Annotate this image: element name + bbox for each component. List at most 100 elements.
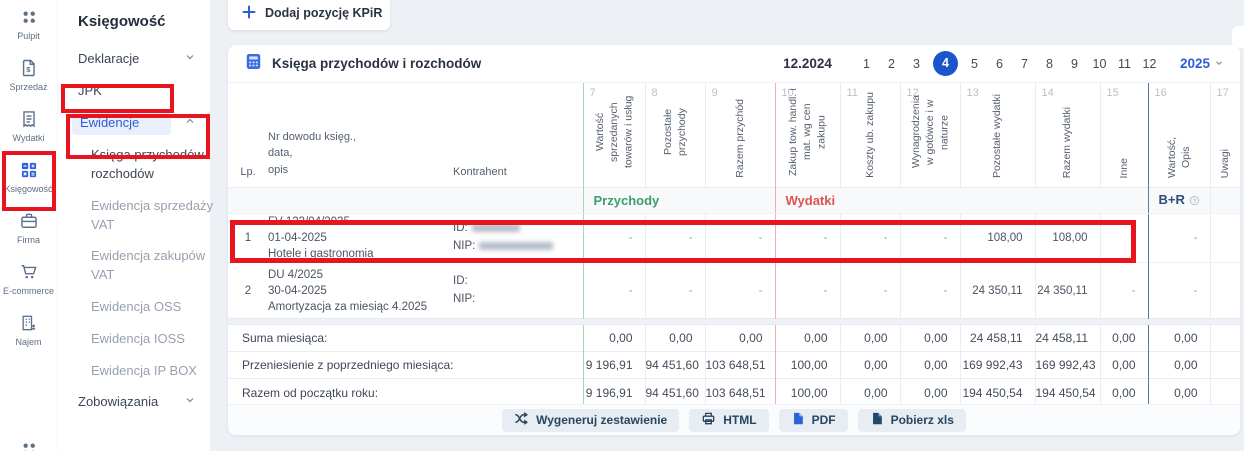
submenu-item-ewidencja-ioss[interactable]: Ewidencja IOSS	[91, 330, 223, 349]
cell-lp: 2	[228, 263, 268, 319]
month-page-1[interactable]: 1	[858, 57, 875, 71]
nav-item-jpk[interactable]: JPK	[58, 83, 210, 98]
month-page-9[interactable]: 9	[1066, 57, 1083, 71]
cell-col8: -	[645, 214, 705, 263]
submenu-item-kpir[interactable]: Księga przychodów i rozchodów	[91, 146, 223, 184]
submenu-item-ewidencja-zakupow-vat[interactable]: Ewidencja zakupów VAT	[91, 247, 223, 285]
card-header: Księga przychodów i rozchodów 12.2024 1 …	[228, 45, 1240, 83]
expenses-icon	[18, 108, 40, 130]
calculator-icon	[244, 52, 263, 76]
month-page-5[interactable]: 5	[966, 57, 983, 71]
add-kpir-entry-button[interactable]: Dodaj pozycję KPiR	[228, 0, 390, 30]
sidebar-item-pulpit[interactable]: Pulpit	[0, 6, 57, 41]
month-page-4-active[interactable]: 4	[933, 51, 958, 76]
month-page-6[interactable]: 6	[991, 57, 1008, 71]
cell-col11: -	[840, 214, 900, 263]
column-header-12: 12Wynagrodzenia w gotówce i w naturze	[900, 83, 960, 188]
column-header-kontrahent: Kontrahent	[453, 83, 583, 188]
cell-col13: 108,00	[960, 214, 1035, 263]
shuffle-icon	[514, 411, 529, 429]
svg-text:$: $	[26, 65, 31, 74]
cell-col7: -	[583, 263, 645, 319]
column-header-13: 13Pozostałe wydatki	[960, 83, 1035, 188]
plus-icon	[242, 5, 256, 22]
cell-col9: -	[705, 214, 775, 263]
column-header-15: 15Inne	[1100, 83, 1148, 188]
section-br: B+R?	[1148, 188, 1210, 214]
cell-col11: -	[840, 263, 900, 319]
xls-file-icon	[870, 411, 884, 429]
cell-col15: -	[1100, 214, 1148, 263]
table-actions: Wygeneruj zestawienie HTML PDF Pobierz x…	[228, 404, 1240, 435]
kpir-row-1[interactable]: 1 FV 123/04/2025 01-04-2025 Hotele i gas…	[228, 214, 1240, 263]
summary-label: Suma miesiąca:	[228, 325, 583, 352]
sidebar-item-najem[interactable]: Najem	[0, 312, 57, 347]
column-header-17: 17Uwagi	[1210, 83, 1240, 188]
chevron-down-icon	[184, 394, 196, 409]
cell-col12: -	[900, 214, 960, 263]
summary-row-month: Suma miesiąca: 0,00 0,00 0,00 0,00 0,00 …	[228, 325, 1240, 352]
cell-doc: FV 123/04/2025 01-04-2025 Hotele i gastr…	[268, 214, 453, 263]
summary-label: Przeniesienie z poprzedniego miesiąca:	[228, 352, 583, 379]
pdf-file-icon	[791, 411, 805, 429]
nav-item-ewidencje-label: Ewidencje	[72, 110, 171, 135]
sidebar-item-sprzedaz[interactable]: $ Sprzedaż	[0, 57, 57, 92]
column-header-doc: Nr dowodu księg., data, opis	[268, 83, 453, 188]
month-page-8[interactable]: 8	[1041, 57, 1058, 71]
apps-grid-icon[interactable]	[0, 439, 57, 451]
question-circle-icon[interactable]: ?	[1189, 194, 1200, 209]
submenu-item-ewidencja-sprzedazy-vat[interactable]: Ewidencja sprzedaży VAT	[91, 197, 223, 235]
section-przychody: Przychody	[583, 188, 775, 214]
rent-icon	[18, 312, 40, 334]
nav-item-deklaracje[interactable]: Deklaracje	[58, 51, 210, 66]
sidebar-item-ksiegowosc[interactable]: Księgowość	[0, 159, 57, 194]
month-page-12[interactable]: 12	[1141, 57, 1158, 71]
company-icon	[18, 210, 40, 232]
cell-col10: -	[775, 263, 840, 319]
sidebar-item-ecommerce[interactable]: E-commerce	[0, 261, 57, 296]
sidebar-item-wydatki[interactable]: Wydatki	[0, 108, 57, 143]
generate-report-button[interactable]: Wygeneruj zestawienie	[502, 409, 679, 432]
cell-doc: DU 4/2025 30-04-2025 Amortyzacja za mies…	[268, 263, 453, 319]
column-header-8: 8Pozostałe przychody	[645, 83, 705, 188]
table-header-row: Lp. Nr dowodu księg., data, opis Kontrah…	[228, 83, 1240, 188]
cell-col9: -	[705, 263, 775, 319]
year-selector[interactable]: 2025	[1180, 56, 1224, 71]
ecommerce-icon	[18, 261, 40, 283]
column-header-lp: Lp.	[228, 83, 268, 188]
column-header-14: 14Razem wydatki	[1035, 83, 1100, 188]
month-page-10[interactable]: 10	[1091, 57, 1108, 71]
cell-col17	[1210, 263, 1240, 319]
accounting-icon	[18, 159, 40, 181]
chevron-up-icon	[184, 115, 196, 130]
nav-item-ewidencje[interactable]: Ewidencje	[58, 110, 210, 135]
month-page-2[interactable]: 2	[883, 57, 900, 71]
cell-kontrahent: ID: NIP:	[453, 263, 583, 319]
pdf-button[interactable]: PDF	[779, 409, 848, 432]
submenu-item-ewidencja-ip-box[interactable]: Ewidencja IP BOX	[91, 362, 223, 381]
download-xls-button[interactable]: Pobierz xls	[858, 409, 966, 432]
svg-text:?: ?	[1193, 199, 1197, 205]
cell-col16: -	[1148, 214, 1210, 263]
cell-col10: -	[775, 214, 840, 263]
column-header-11: 11Koszty ub. zakupu	[840, 83, 900, 188]
kpir-row-2[interactable]: 2 DU 4/2025 30-04-2025 Amortyzacja za mi…	[228, 263, 1240, 319]
sidebar-item-firma[interactable]: Firma	[0, 210, 57, 245]
printer-icon	[701, 411, 716, 429]
month-pager: 12.2024 1 2 3 4 5 6 7 8 9 10 11 12 2025	[783, 51, 1224, 76]
submenu-item-ewidencja-oss[interactable]: Ewidencja OSS	[91, 298, 223, 317]
redacted-nip-value	[479, 242, 553, 250]
html-button[interactable]: HTML	[689, 409, 768, 432]
accounting-submenu: Księgowość Deklaracje JPK Ewidencje Księ…	[57, 0, 210, 451]
cell-col13: 24 350,11	[960, 263, 1035, 319]
nav-item-zobowiazania[interactable]: Zobowiązania	[58, 394, 210, 409]
summary-label: Razem od początku roku:	[228, 379, 583, 406]
month-page-3[interactable]: 3	[908, 57, 925, 71]
month-page-11[interactable]: 11	[1116, 57, 1133, 71]
cell-col7: -	[583, 214, 645, 263]
chevron-down-icon	[1214, 56, 1224, 71]
page-title: Księga przychodów i rozchodów	[272, 56, 481, 71]
column-header-7: 7Wartość sprzedanych towarów i usług	[583, 83, 645, 188]
dashboard-icon	[18, 6, 40, 28]
month-page-7[interactable]: 7	[1016, 57, 1033, 71]
